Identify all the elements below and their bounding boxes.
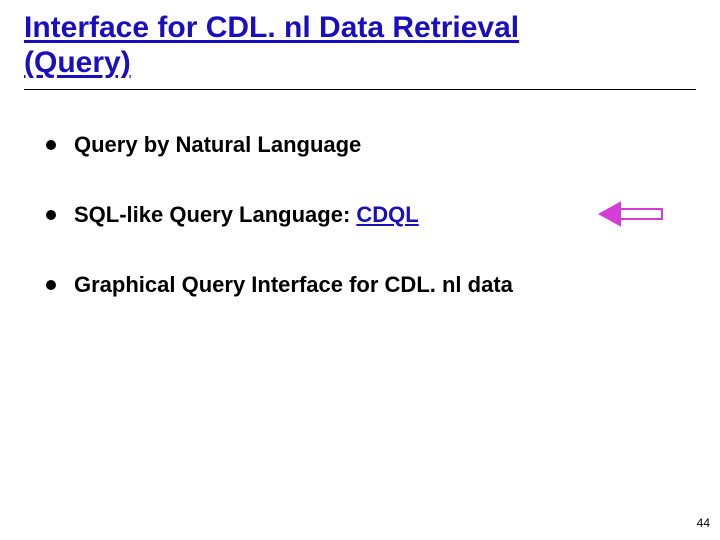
bullet-list: Query by Natural Language SQL-like Query… — [24, 132, 696, 298]
slide-title-wrap: Interface for CDL. nl Data Retrieval (Qu… — [24, 10, 696, 81]
bullet-item-1: Query by Natural Language — [46, 132, 696, 158]
bullet-text-1: Query by Natural Language — [74, 132, 361, 157]
bullet-item-3: Graphical Query Interface for CDL. nl da… — [46, 272, 696, 298]
bullet-text-2-emph: CDQL — [356, 202, 418, 227]
bullet-item-2: SQL-like Query Language: CDQL — [46, 202, 696, 228]
slide-title-line2: (Query) — [24, 46, 131, 79]
page-number: 44 — [697, 516, 710, 530]
slide: Interface for CDL. nl Data Retrieval (Qu… — [0, 0, 720, 540]
bullet-text-3: Graphical Query Interface for CDL. nl da… — [74, 272, 513, 297]
bullet-text-2-prefix: SQL-like Query Language: — [74, 202, 356, 227]
title-divider — [24, 89, 696, 90]
arrow-left-icon — [598, 199, 668, 229]
slide-title-line1: Interface for CDL. nl Data Retrieval — [24, 11, 519, 44]
